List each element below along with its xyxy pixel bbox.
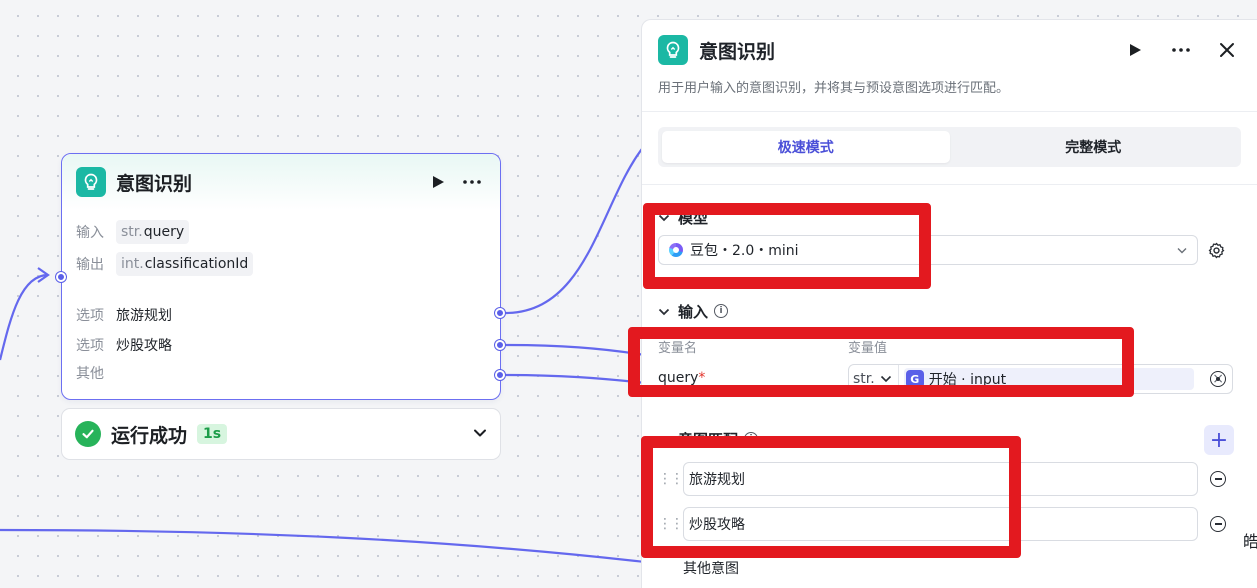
run-status-bar[interactable]: 运行成功 1s (61, 408, 501, 460)
tab-full-mode[interactable]: 完整模式 (950, 131, 1238, 163)
minus-circle-icon[interactable] (1210, 516, 1226, 532)
run-duration-badge: 1s (197, 424, 228, 444)
gear-icon[interactable] (1208, 242, 1225, 263)
annotation-box-model (643, 203, 931, 289)
panel-title: 意图识别 (699, 40, 776, 63)
lightbulb-icon (76, 167, 106, 197)
option-2-port[interactable] (495, 340, 505, 350)
input-label: 输入 (76, 225, 104, 241)
other-intent-label: 其他意图 (683, 561, 739, 577)
option-value: 旅游规划 (116, 308, 172, 324)
play-icon[interactable] (424, 168, 452, 196)
wire-incoming (0, 273, 49, 361)
annotation-box-input (628, 327, 1134, 397)
info-icon[interactable]: i (714, 304, 729, 318)
partial-edge-text: 皓 (1243, 532, 1257, 551)
tab-fast-mode[interactable]: 极速模式 (662, 131, 950, 163)
intent-node[interactable]: 意图识别 输入 str. query 输出 int. classificatio… (61, 153, 501, 400)
option-label: 选项 (76, 338, 104, 354)
wire-option-1 (504, 144, 646, 315)
input-section-title: 输入 (678, 302, 709, 321)
check-icon (75, 421, 101, 447)
option-1-port[interactable] (495, 308, 505, 318)
input-section: 输入 i (642, 297, 1257, 325)
wire-other (504, 373, 646, 385)
wire-option-2 (504, 343, 646, 357)
input-port[interactable] (56, 272, 66, 282)
variable-setting-icon[interactable] (1210, 371, 1226, 387)
wire-bottom (0, 528, 646, 564)
output-type: int. (121, 256, 144, 272)
chevron-down-icon (1177, 242, 1187, 258)
node-title: 意图识别 (116, 172, 193, 195)
panel-header: 意图识别 (642, 20, 1257, 80)
option-label: 选项 (76, 308, 104, 324)
close-icon[interactable] (1213, 36, 1241, 64)
node-header: 意图识别 (62, 154, 500, 210)
chevron-down-icon[interactable] (473, 426, 487, 442)
play-icon[interactable] (1121, 36, 1149, 64)
mode-switch: 极速模式 完整模式 (658, 127, 1241, 167)
run-status-text: 运行成功 (111, 424, 188, 447)
output-label: 输出 (76, 257, 104, 273)
more-icon[interactable] (458, 168, 486, 196)
input-section-header[interactable]: 输入 i (642, 297, 1257, 325)
annotation-box-intents (641, 436, 1021, 558)
option-label: 其他 (76, 366, 104, 382)
minus-circle-icon[interactable] (1210, 471, 1226, 487)
node-option-2: 选项 炒股攻略 (76, 330, 486, 360)
option-value: 炒股攻略 (116, 338, 172, 354)
input-type: str. (121, 224, 143, 240)
more-icon[interactable] (1167, 36, 1195, 64)
node-option-1: 选项 旅游规划 (76, 300, 486, 330)
node-input-row: 输入 str. query (76, 216, 486, 248)
output-var-pill: int. classificationId (116, 252, 254, 276)
input-var-pill: str. query (116, 220, 190, 244)
add-intent-button[interactable]: + (1204, 425, 1234, 455)
other-port[interactable] (495, 370, 505, 380)
output-name: classificationId (144, 256, 249, 272)
chevron-down-icon (658, 302, 670, 320)
node-option-other: 其他 (76, 360, 486, 386)
panel-description: 用于用户输入的意图识别，并将其与预设意图选项进行匹配。 (642, 80, 1257, 112)
input-name: query (143, 224, 185, 240)
lightbulb-icon (658, 35, 688, 65)
node-output-row: 输出 int. classificationId (76, 248, 486, 280)
mode-switch-wrap: 极速模式 完整模式 (642, 112, 1257, 185)
